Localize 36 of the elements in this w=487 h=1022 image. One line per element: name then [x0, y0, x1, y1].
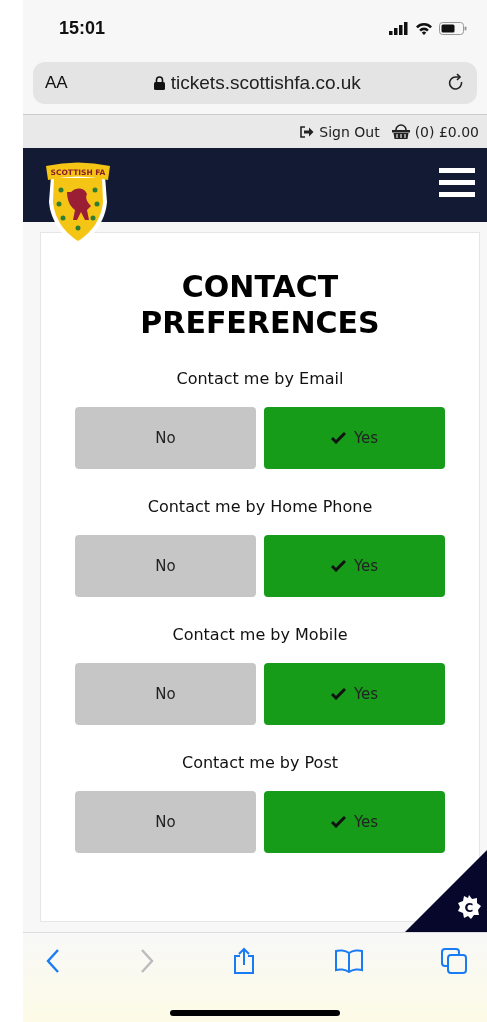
choice-button[interactable]: Yes [264, 407, 445, 469]
address-bar[interactable]: AA tickets.scottishfa.co.uk [33, 62, 477, 104]
check-icon [330, 560, 346, 572]
preference-label: Contact me by Home Phone [147, 497, 373, 516]
back-button[interactable] [45, 948, 61, 974]
sign-out-icon [300, 125, 315, 138]
choice-button[interactable]: Yes [264, 535, 445, 597]
menu-button[interactable] [439, 168, 475, 197]
choice-button[interactable]: No [75, 535, 256, 597]
check-icon [330, 432, 346, 444]
check-icon [330, 688, 346, 700]
basket-link[interactable]: (0) £0.00 [391, 123, 479, 140]
choice-button[interactable]: Yes [264, 791, 445, 853]
preference-label: Contact me by Mobile [172, 625, 348, 644]
basket-icon [391, 124, 410, 139]
status-time: 15:01 [59, 17, 106, 39]
page-title: CONTACT PREFERENCES [139, 269, 381, 341]
url-text: tickets.scottishfa.co.uk [170, 72, 361, 94]
cookie-letter: C [464, 901, 474, 915]
sign-out-link[interactable]: Sign Out [300, 123, 380, 140]
battery-icon [439, 21, 467, 35]
lock-icon [153, 76, 165, 90]
check-icon [330, 816, 346, 828]
choice-button[interactable]: No [75, 663, 256, 725]
tabs-button[interactable] [441, 948, 467, 974]
preference-label: Contact me by Email [176, 369, 344, 388]
text-size-button[interactable]: AA [45, 73, 68, 93]
share-button[interactable] [232, 947, 256, 975]
choice-button[interactable]: Yes [264, 663, 445, 725]
signal-icon [389, 21, 409, 35]
wifi-icon [415, 21, 433, 35]
preference-label: Contact me by Post [181, 753, 338, 772]
choice-button[interactable]: No [75, 407, 256, 469]
reload-icon[interactable] [447, 73, 465, 93]
bookmarks-button[interactable] [333, 949, 364, 973]
choice-button[interactable]: No [75, 791, 256, 853]
